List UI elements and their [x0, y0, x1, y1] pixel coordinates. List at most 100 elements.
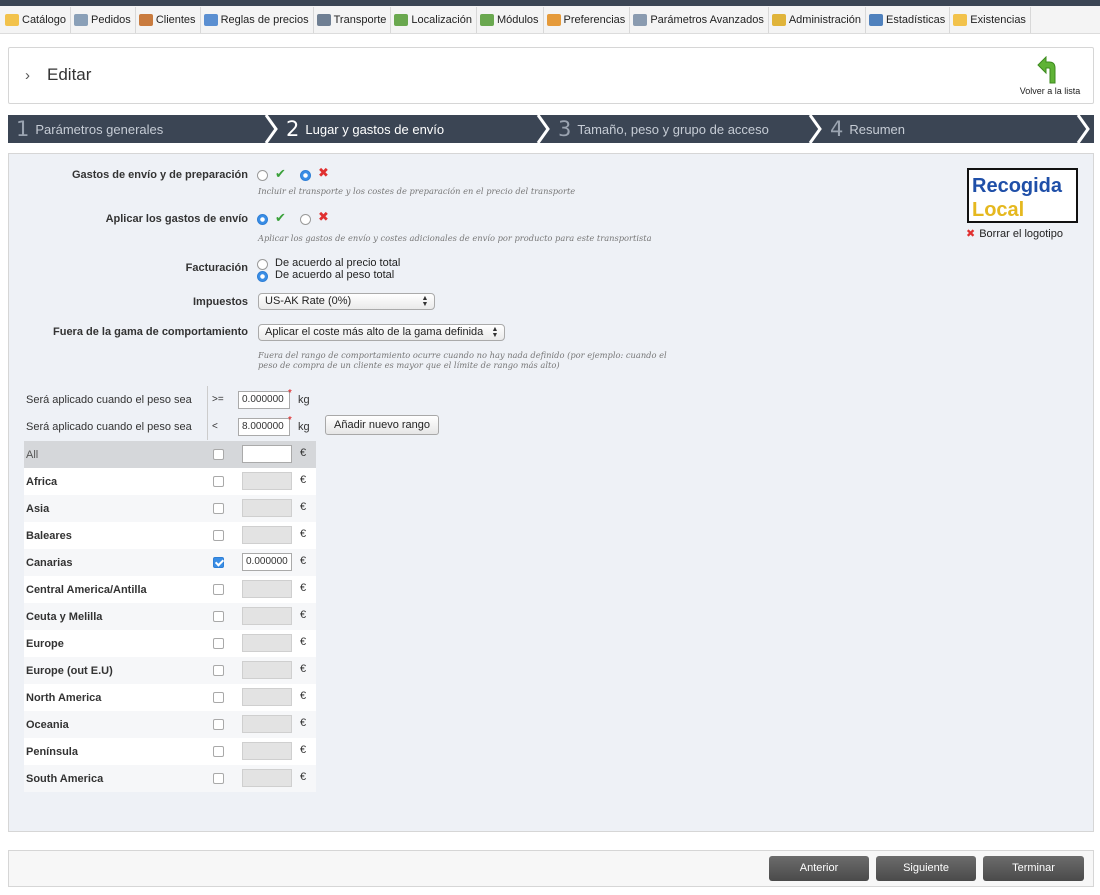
zone-price-input[interactable]	[242, 715, 292, 733]
zone-price-input[interactable]	[242, 634, 292, 652]
zone-price-input[interactable]	[242, 742, 292, 760]
check-icon: ✔	[275, 166, 286, 181]
billing-weight-label: De acuerdo al peso total	[275, 269, 395, 281]
zone-price-input[interactable]	[242, 499, 292, 517]
range-to-input[interactable]: 8.000000	[238, 418, 290, 436]
menu-item[interactable]: Estadísticas	[866, 6, 951, 33]
step-separator	[808, 115, 822, 143]
menu-item[interactable]: Transporte	[314, 6, 392, 33]
menu-item[interactable]: Módulos	[477, 6, 544, 33]
range-from-input[interactable]: 0.000000	[238, 391, 290, 409]
zone-price-input[interactable]	[242, 688, 292, 706]
zone-checkbox[interactable]	[213, 530, 224, 541]
price-rules-icon	[203, 13, 218, 26]
delete-logo-link[interactable]: ✖ Borrar el logotipo	[966, 227, 1063, 240]
wrench-icon	[633, 13, 648, 26]
next-button[interactable]: Siguiente	[876, 856, 976, 881]
step-label: Tamaño, peso y grupo de acceso	[577, 121, 769, 137]
step-number: 4	[830, 117, 844, 141]
billing-price-radio[interactable]	[257, 259, 268, 270]
zone-checkbox[interactable]	[213, 584, 224, 595]
menu-item[interactable]: Pedidos	[71, 6, 136, 33]
zone-checkbox[interactable]	[213, 476, 224, 487]
menu-item[interactable]: Reglas de precios	[201, 6, 314, 33]
zone-row: Baleares €	[24, 522, 316, 549]
out-of-range-selected-value: Aplicar el coste más alto de la gama def…	[265, 326, 484, 338]
zone-checkbox[interactable]	[213, 503, 224, 514]
preferences-icon	[546, 13, 561, 26]
select-arrows-icon: ▲ ▼	[491, 326, 499, 339]
menu-item[interactable]: Localización	[391, 6, 477, 33]
currency-symbol: €	[300, 663, 307, 675]
menu-item[interactable]: Preferencias	[544, 6, 631, 33]
zone-row: Central America/Antilla €	[24, 576, 316, 603]
shipping-handling-no-radio[interactable]	[300, 170, 311, 181]
range-to-row: Será aplicado cuando el peso sea < 8.000…	[24, 413, 316, 440]
zone-checkbox[interactable]	[213, 692, 224, 703]
zone-price-input[interactable]	[242, 769, 292, 787]
zone-checkbox[interactable]	[213, 719, 224, 730]
range-from-unit: kg	[298, 394, 310, 406]
zone-row: Europe €	[24, 630, 316, 657]
add-range-button[interactable]: Añadir nuevo rango	[325, 415, 440, 435]
zone-checkbox[interactable]	[213, 746, 224, 757]
step-number: 3	[558, 117, 572, 141]
tax-select[interactable]: US-AK Rate (0%) ▲ ▼	[258, 293, 435, 310]
currency-symbol: €	[300, 771, 307, 783]
zone-row-all: All €	[24, 441, 316, 468]
apply-shipping-no-radio[interactable]	[300, 214, 311, 225]
step-1[interactable]: 1 Parámetros generales	[16, 115, 163, 143]
out-of-range-select[interactable]: Aplicar el coste más alto de la gama def…	[258, 324, 505, 341]
zone-checkbox[interactable]	[213, 449, 224, 460]
zone-price-input[interactable]	[242, 661, 292, 679]
menu-item[interactable]: Administración	[769, 6, 866, 33]
zone-price-input[interactable]	[242, 607, 292, 625]
zone-row: Península €	[24, 738, 316, 765]
menu-item[interactable]: Parámetros Avanzados	[630, 6, 769, 33]
zone-name: Central America/Antilla	[26, 584, 147, 596]
finish-button[interactable]: Terminar	[983, 856, 1084, 881]
step-separator	[536, 115, 550, 143]
currency-symbol: €	[300, 717, 307, 729]
currency-symbol: €	[300, 555, 307, 567]
menu-item-label: Parámetros Avanzados	[650, 13, 764, 26]
menu-item[interactable]: Catálogo	[2, 6, 72, 33]
zone-checkbox[interactable]	[213, 773, 224, 784]
shipping-handling-label: Gastos de envío y de preparación	[71, 169, 248, 181]
zone-name: Canarias	[26, 557, 73, 569]
zone-name: Asia	[26, 503, 50, 515]
shipping-handling-yes-radio[interactable]	[257, 170, 268, 181]
back-to-list-button[interactable]: Volver a la lista	[1015, 56, 1085, 100]
wizard-footer: Anterior Siguiente Terminar	[8, 850, 1094, 887]
menu-item[interactable]: Existencias	[950, 6, 1031, 33]
step-2[interactable]: 2 Lugar y gastos de envío	[286, 115, 444, 143]
zone-price-input[interactable]	[242, 472, 292, 490]
delete-icon: ✖	[966, 228, 976, 240]
range-to-unit: kg	[298, 421, 310, 433]
currency-symbol: €	[300, 447, 307, 459]
currency-symbol: €	[300, 474, 307, 486]
zone-price-input[interactable]: 0.000000	[242, 553, 292, 571]
delete-logo-label: Borrar el logotipo	[979, 228, 1063, 240]
zone-name: South America	[26, 773, 104, 785]
zone-checkbox[interactable]	[213, 557, 224, 568]
billing-weight-radio[interactable]	[257, 271, 268, 282]
step-3[interactable]: 3 Tamaño, peso y grupo de acceso	[558, 115, 769, 143]
apply-shipping-yes-radio[interactable]	[257, 214, 268, 225]
zone-row: Oceania €	[24, 711, 316, 738]
zone-name: Europe	[26, 638, 64, 650]
previous-button[interactable]: Anterior	[769, 856, 869, 881]
range-from-row: Será aplicado cuando el peso sea >= 0.00…	[24, 386, 316, 413]
zone-price-input[interactable]	[242, 445, 292, 463]
menu-item-label: Localización	[411, 13, 472, 26]
zone-checkbox[interactable]	[213, 638, 224, 649]
shipping-handling-hint: Incluir el transporte y los costes de pr…	[258, 186, 576, 196]
menu-item[interactable]: Clientes	[136, 6, 201, 33]
zone-checkbox[interactable]	[213, 611, 224, 622]
step-separator	[264, 115, 278, 143]
zone-checkbox[interactable]	[213, 665, 224, 676]
puzzle-icon	[479, 13, 494, 26]
step-4[interactable]: 4 Resumen	[830, 115, 905, 143]
zone-price-input[interactable]	[242, 580, 292, 598]
zone-price-input[interactable]	[242, 526, 292, 544]
